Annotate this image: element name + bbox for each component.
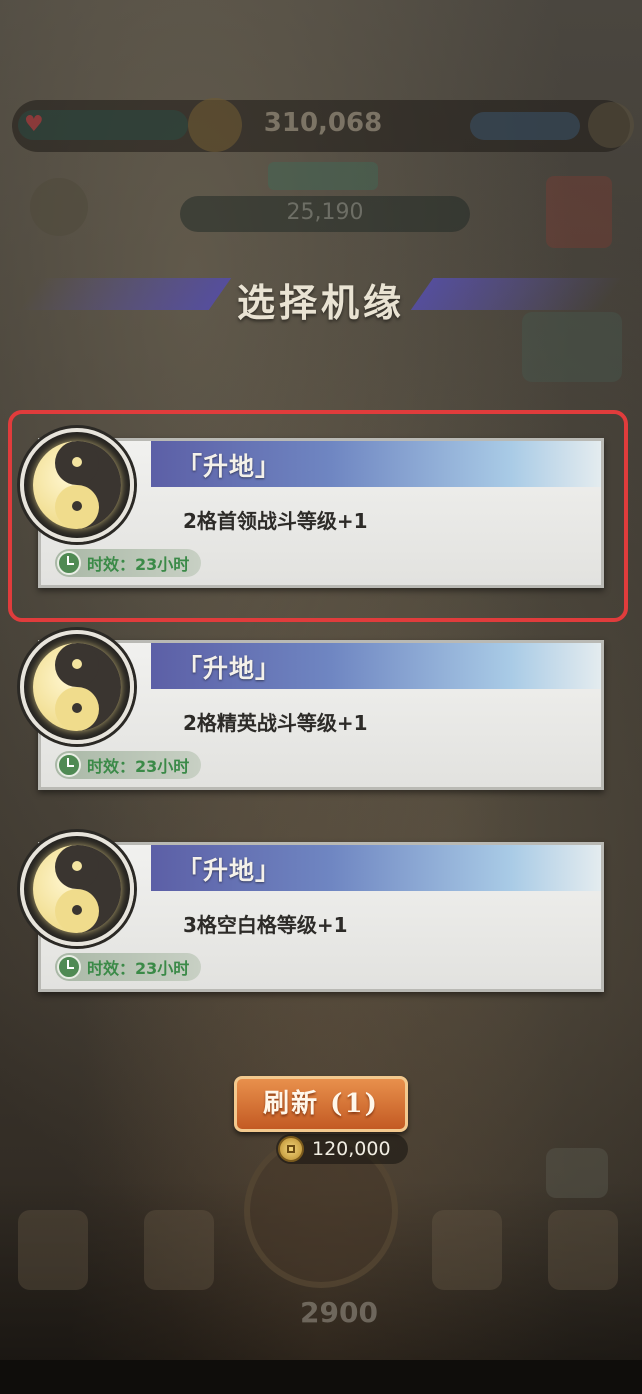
modal-title: 选择机缘 [236,280,405,325]
progress-value: 25,190 [286,200,364,225]
nav-item-sect [424,1210,510,1320]
heart-icon: ♥ [24,112,44,137]
shop-icon [546,176,612,248]
yin-yang-icon [20,630,134,744]
bottom-value: 2900 [300,1296,378,1329]
card-timer: 时效：23小时 [55,953,201,981]
resource-bar [470,112,580,140]
timer-text: 时效：23小时 [87,757,190,776]
score-display: 310,068 [263,108,383,138]
card-description: 2格精英战斗等级+1 [183,711,368,735]
card-description: 3格空白格等级+1 [183,913,348,937]
card-name: 「升地」 [177,856,282,885]
card-name: 「升地」 [177,654,282,683]
system-nav-bar [0,1360,642,1394]
settings-icon [588,102,634,148]
chat-icon [546,1148,608,1198]
timer-text: 时效：23小时 [87,959,190,978]
refresh-cost-value: 120,000 [312,1138,391,1160]
clock-icon [57,955,81,979]
health-bar: ♥ [18,110,188,140]
coin-icon [278,1136,304,1162]
card-timer: 时效：23小时 [55,751,201,779]
yin-yang-icon [30,178,88,236]
yin-yang-icon [20,832,134,946]
nav-item-role [10,1210,96,1320]
modal-title-banner: 选择机缘 [0,262,642,332]
nav-item-book [136,1210,222,1320]
clock-icon [57,753,81,777]
selection-highlight [8,410,628,622]
event-label [268,162,378,190]
nav-item-friends [540,1210,626,1320]
refresh-cost: 120,000 [276,1134,408,1164]
coin-icon [188,98,242,152]
refresh-button[interactable]: 刷新 (1) [234,1076,408,1132]
